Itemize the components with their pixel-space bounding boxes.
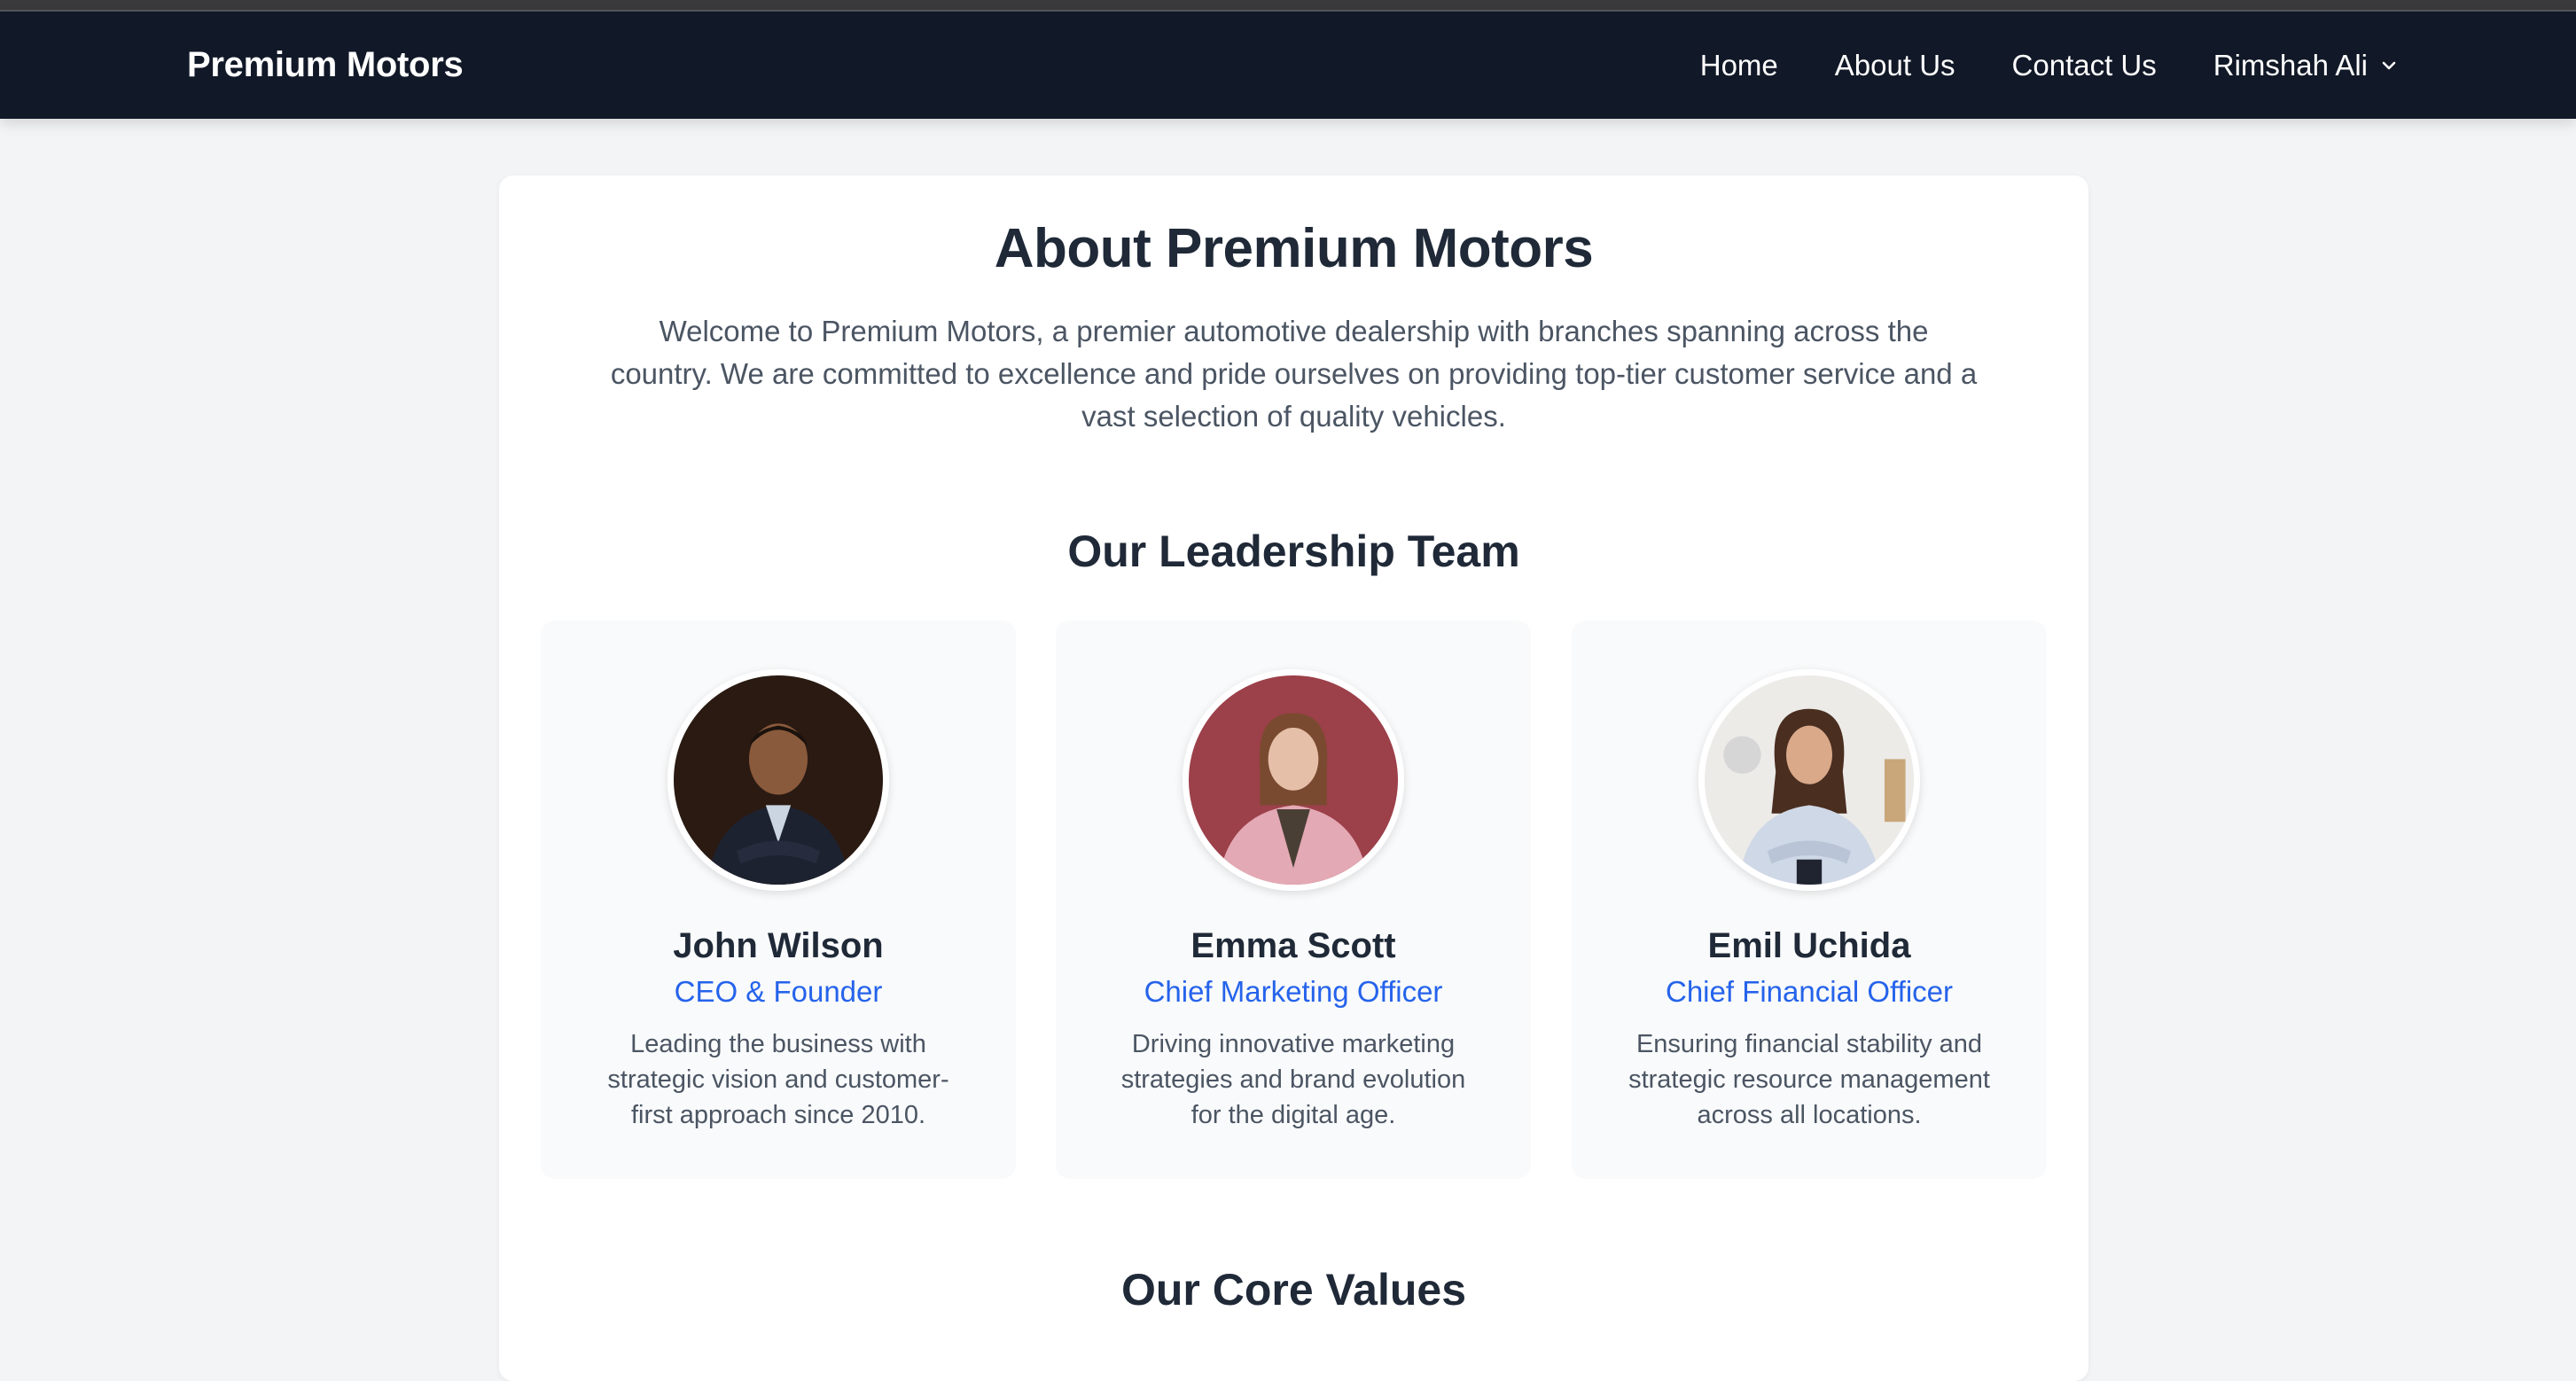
avatar-emma-scott: [1183, 669, 1404, 891]
nav-link-home[interactable]: Home: [1700, 49, 1778, 82]
browser-top-strip: [0, 0, 2576, 12]
member-role: Chief Marketing Officer: [1144, 975, 1443, 1008]
member-description: Driving innovative marketing strategies …: [1120, 1030, 1466, 1129]
portrait-image: [1189, 675, 1398, 885]
user-menu-dropdown[interactable]: Rimshah Ali: [2213, 49, 2398, 82]
portrait-image: [674, 675, 883, 885]
member-name: John Wilson: [673, 926, 884, 965]
intro-paragraph: Welcome to Premium Motors, a premier aut…: [610, 315, 1978, 433]
avatar-emil-uchida: [1698, 669, 1920, 891]
portrait-image: [1705, 675, 1914, 885]
nav-link-contact-us[interactable]: Contact Us: [2012, 49, 2157, 82]
member-role: Chief Financial Officer: [1665, 975, 1954, 1008]
team-card-emil-uchida: Emil Uchida Chief Financial Officer Ensu…: [1572, 620, 2047, 1179]
chevron-down-icon: [2382, 61, 2396, 69]
top-navbar: Premium Motors Home About Us Contact Us …: [0, 12, 2576, 119]
member-name: Emma Scott: [1190, 926, 1396, 965]
core-values-section-title: Our Core Values: [1120, 1265, 1467, 1315]
brand-logo[interactable]: Premium Motors: [187, 12, 464, 119]
nav-link-about-us[interactable]: About Us: [1835, 49, 1955, 82]
avatar-john-wilson: [667, 669, 889, 891]
user-menu-label: Rimshah Ali: [2213, 48, 2368, 82]
member-description: Leading the business with strategic visi…: [607, 1030, 949, 1129]
member-role: CEO & Founder: [674, 975, 883, 1008]
member-name: Emil Uchida: [1707, 926, 1911, 965]
team-card-john-wilson: John Wilson CEO & Founder Leading the bu…: [541, 620, 1016, 1179]
member-description: Ensuring financial stability and strateg…: [1628, 1030, 1990, 1129]
about-card: About Premium Motors Welcome to Premium …: [499, 176, 2088, 1381]
team-card-emma-scott: Emma Scott Chief Marketing Officer Drivi…: [1056, 620, 1531, 1179]
nav-links: Home About Us Contact Us Rimshah Ali: [1700, 12, 2398, 119]
page-title: About Premium Motors: [994, 218, 1594, 279]
leadership-section-title: Our Leadership Team: [1067, 527, 1520, 576]
